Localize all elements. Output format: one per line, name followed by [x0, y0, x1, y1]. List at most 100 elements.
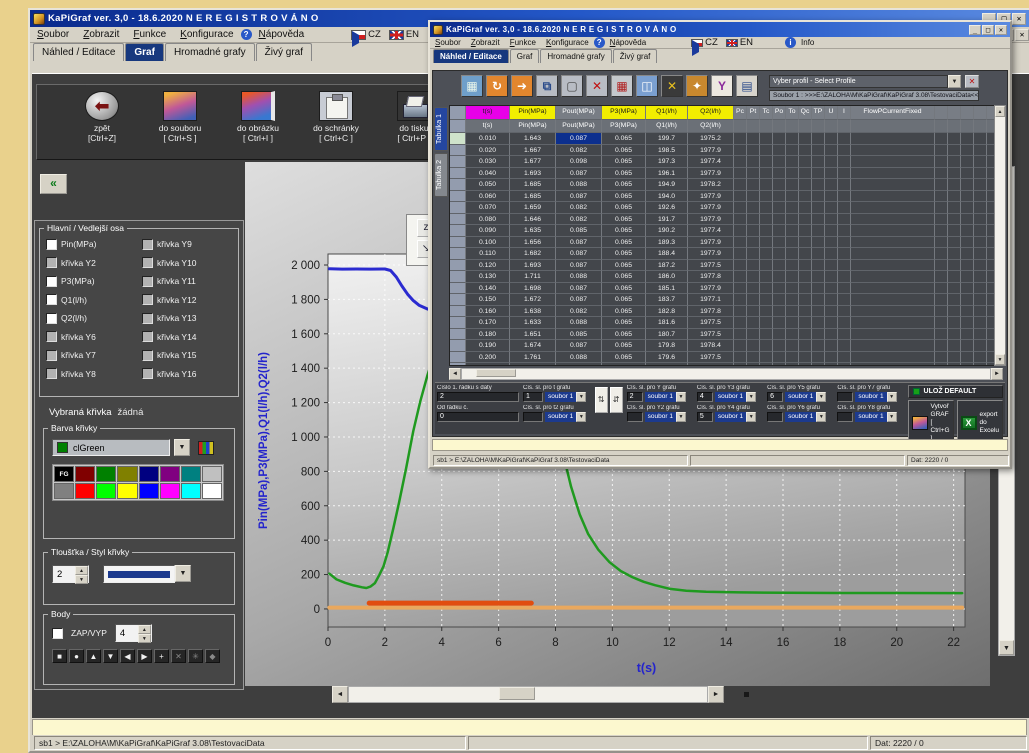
data-cell[interactable]: [760, 352, 773, 364]
row-header-cell[interactable]: [450, 191, 466, 203]
header-cell[interactable]: Po: [773, 106, 786, 120]
data-cell[interactable]: 1.667: [510, 145, 556, 157]
header-cell[interactable]: [948, 106, 961, 120]
data-cell[interactable]: 0.070: [466, 202, 510, 214]
y-file-select[interactable]: soubor 1▼: [785, 392, 826, 402]
data-cell[interactable]: [851, 363, 935, 366]
data-cell[interactable]: [935, 329, 948, 341]
header-cell[interactable]: Q1(l/h): [646, 106, 688, 120]
data-cell[interactable]: [773, 283, 786, 295]
en-flag-icon[interactable]: [389, 30, 404, 40]
data-cell[interactable]: [935, 363, 948, 366]
data-cell[interactable]: 0.088: [556, 179, 602, 191]
data-cell[interactable]: [786, 306, 799, 318]
data-cell[interactable]: [974, 294, 987, 306]
menu-item-funkce[interactable]: Funkce: [505, 37, 541, 48]
data-cell[interactable]: 0.085: [556, 225, 602, 237]
data-cell[interactable]: [734, 340, 747, 352]
data-cell[interactable]: 0.050: [466, 179, 510, 191]
data-cell[interactable]: [935, 202, 948, 214]
file-dropdown-button[interactable]: ▼: [676, 412, 686, 422]
data-cell[interactable]: [812, 260, 825, 272]
data-cell[interactable]: 1.651: [510, 329, 556, 341]
toolbar-button-do-souboru[interactable]: do souboru[ Ctrl+S ]: [147, 91, 213, 159]
data-cell[interactable]: 186.0: [646, 271, 688, 283]
data-cell[interactable]: [760, 202, 773, 214]
data-cell[interactable]: [825, 329, 838, 341]
toolbar-button-do-obrázku[interactable]: do obrázku[ Ctrl+I ]: [225, 91, 291, 159]
data-cell[interactable]: [747, 329, 760, 341]
data-cell[interactable]: [799, 294, 812, 306]
marker-shape-button-2[interactable]: ▲: [86, 649, 101, 663]
data-cell[interactable]: [747, 145, 760, 157]
data-cell[interactable]: [760, 340, 773, 352]
thickness-up-button[interactable]: ▲: [75, 566, 88, 575]
data-cell[interactable]: [812, 133, 825, 145]
data-cell[interactable]: [851, 237, 935, 249]
data-cell[interactable]: [838, 133, 851, 145]
data-cell[interactable]: 0.020: [466, 145, 510, 157]
toolbar-button-zpět[interactable]: ⬅zpět[Ctrl+Z]: [69, 91, 135, 159]
data-cell[interactable]: [773, 156, 786, 168]
data-cell[interactable]: [734, 156, 747, 168]
data-cell[interactable]: [961, 168, 974, 180]
data-cell[interactable]: [974, 260, 987, 272]
palette-color-2[interactable]: [96, 466, 116, 482]
marker-shape-button-1[interactable]: ●: [69, 649, 84, 663]
y-file-select[interactable]: soubor 1▼: [785, 412, 826, 422]
data-cell[interactable]: 0.087: [556, 237, 602, 249]
data-cell[interactable]: [948, 202, 961, 214]
data-cell[interactable]: 196.1: [646, 168, 688, 180]
checkbox-kivkaY11[interactable]: [142, 276, 153, 287]
points-down-button[interactable]: ▼: [138, 634, 151, 643]
data-cell[interactable]: [974, 156, 987, 168]
marker-shape-button-8[interactable]: ✳: [188, 649, 203, 663]
points-on-off-checkbox[interactable]: [52, 628, 63, 639]
menu-item-info[interactable]: Info: [796, 37, 819, 48]
data-cell[interactable]: [974, 283, 987, 295]
palette-color-15[interactable]: [202, 483, 222, 499]
header-cell[interactable]: P3(MPa): [602, 106, 646, 120]
data-cell[interactable]: 1.711: [510, 271, 556, 283]
palette-color-9[interactable]: [75, 483, 95, 499]
data-cell[interactable]: [812, 306, 825, 318]
checkbox-kivkaY9[interactable]: [142, 239, 153, 250]
y-column-field[interactable]: 2: [627, 392, 643, 402]
data-cell[interactable]: [734, 145, 747, 157]
data-cell[interactable]: [734, 294, 747, 306]
t1-column-field[interactable]: 1: [523, 392, 543, 402]
data-cell[interactable]: 0.087: [556, 340, 602, 352]
y-file-select[interactable]: soubor 1▼: [645, 392, 686, 402]
data-cell[interactable]: 1.693: [510, 260, 556, 272]
data-cell[interactable]: 181.6: [646, 317, 688, 329]
data-cell[interactable]: 1977.1: [688, 294, 734, 306]
data-cell[interactable]: [851, 168, 935, 180]
tab-hromadngrafy[interactable]: Hromadné grafy: [165, 43, 255, 61]
checkbox-kivkaY14[interactable]: [142, 331, 153, 342]
data-cell[interactable]: [935, 352, 948, 364]
header-cell[interactable]: FlowPCurrentFixed: [851, 106, 935, 120]
row-header-cell[interactable]: [450, 145, 466, 157]
data-cell[interactable]: [760, 317, 773, 329]
data-cell[interactable]: [825, 248, 838, 260]
data-cell[interactable]: [948, 191, 961, 203]
data-cell[interactable]: [812, 271, 825, 283]
data-cell[interactable]: 0.065: [602, 363, 646, 366]
data-cell[interactable]: 191.7: [646, 214, 688, 226]
data-cell[interactable]: [786, 191, 799, 203]
data-cell[interactable]: 1978.4: [688, 340, 734, 352]
data-cell[interactable]: [935, 271, 948, 283]
data-cell[interactable]: [773, 363, 786, 366]
data-cell[interactable]: [935, 145, 948, 157]
data-cell[interactable]: 1977.8: [688, 306, 734, 318]
data-cell[interactable]: 1977.9: [688, 191, 734, 203]
data-cell[interactable]: [974, 317, 987, 329]
maximize-button[interactable]: □: [982, 25, 994, 35]
palette-color-12[interactable]: [139, 483, 159, 499]
palette-color-7[interactable]: [202, 466, 222, 482]
header-cell[interactable]: [935, 120, 948, 133]
checkbox-kivkaY8[interactable]: [46, 368, 57, 379]
data-cell[interactable]: [747, 225, 760, 237]
data-cell[interactable]: 0.088: [556, 271, 602, 283]
row-header-cell[interactable]: [450, 248, 466, 260]
